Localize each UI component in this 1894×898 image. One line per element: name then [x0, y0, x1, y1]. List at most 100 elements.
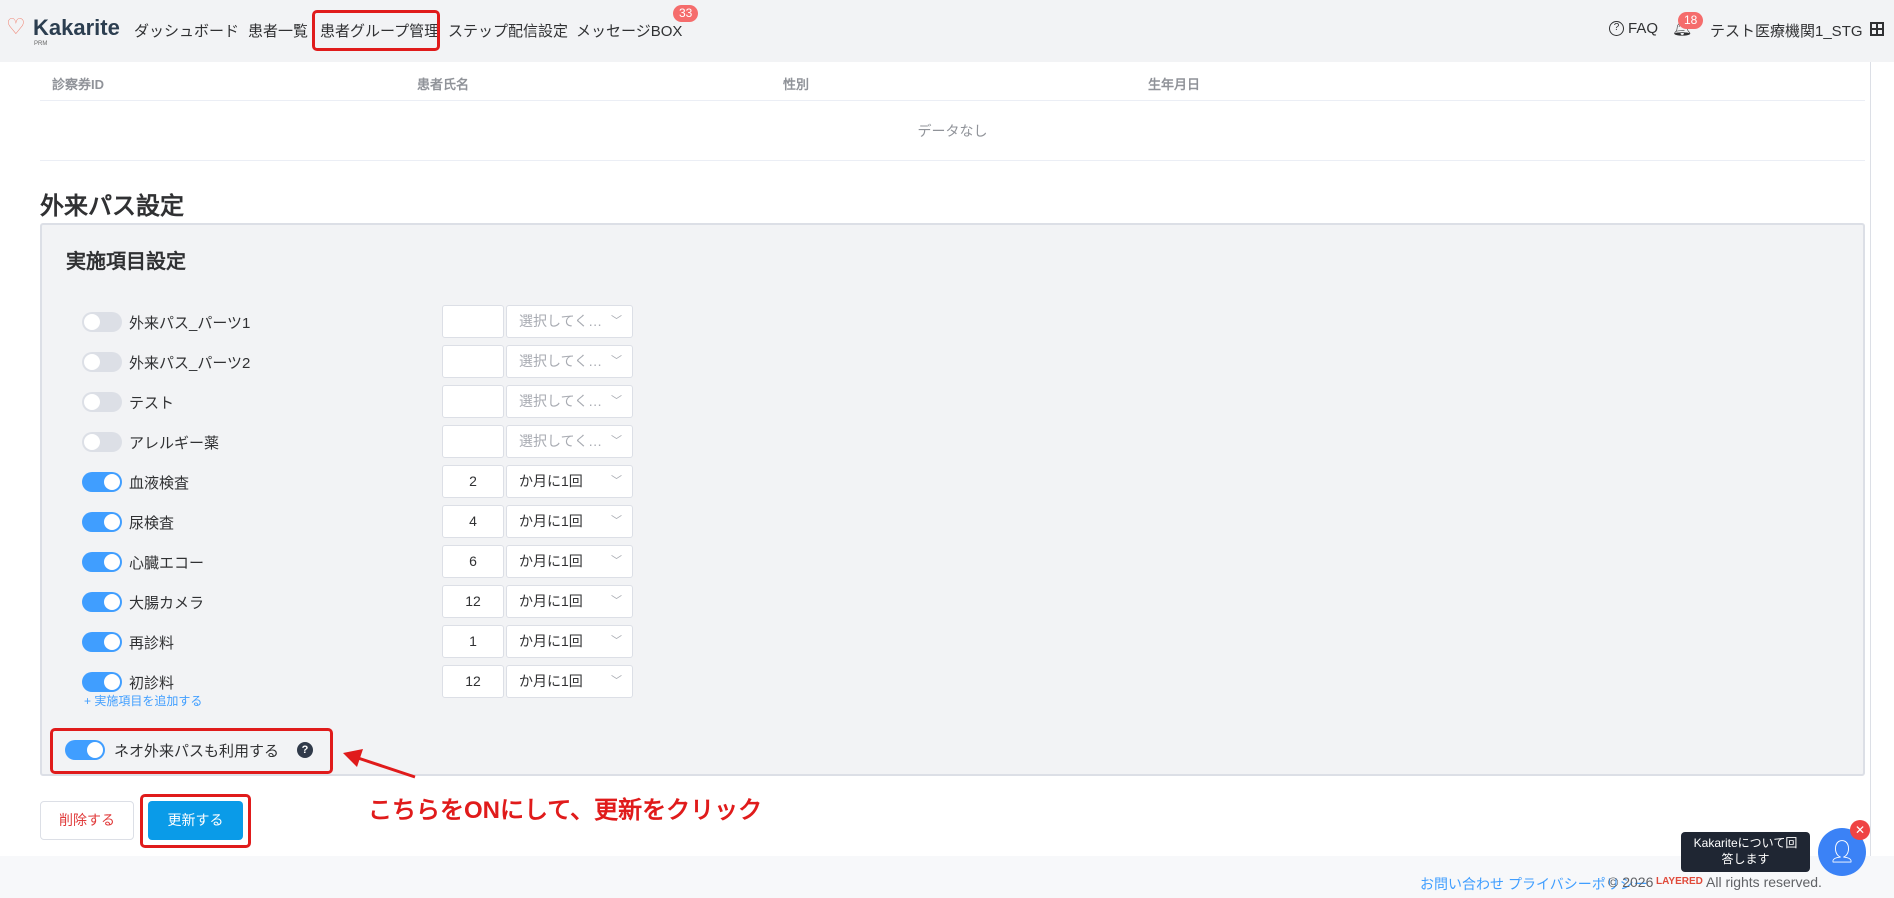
nav-step-delivery[interactable]: ステップ配信設定: [448, 20, 568, 41]
unit-select[interactable]: か月に1回 ﹀: [506, 665, 633, 698]
highlight-box: [312, 10, 440, 51]
item-label: 血液検査: [129, 475, 190, 492]
unit-select[interactable]: か月に1回 ﹀: [506, 465, 633, 498]
unit-select[interactable]: 選択してく… ﹀: [506, 345, 633, 378]
item-row: 大腸カメラ 12 か月に1回 ﹀: [82, 582, 642, 622]
item-label: 大腸カメラ: [129, 595, 205, 612]
unit-select[interactable]: 選択してく… ﹀: [506, 425, 633, 458]
section-title: 外来パス設定: [40, 193, 184, 220]
unit-value: か月に1回: [519, 553, 583, 569]
chevron-down-icon: ﹀: [611, 515, 622, 527]
interval-input[interactable]: 1: [442, 625, 504, 658]
item-label: テスト: [129, 395, 175, 412]
close-icon[interactable]: ✕: [1850, 820, 1870, 840]
nav-patients[interactable]: 患者一覧: [248, 20, 308, 41]
unit-select[interactable]: 選択してく… ﹀: [506, 305, 633, 338]
chevron-down-icon: ﹀: [611, 315, 622, 327]
unit-value: か月に1回: [519, 673, 583, 689]
nav-dashboard[interactable]: ダッシュボード: [134, 20, 239, 41]
empty-text: データなし: [917, 123, 988, 139]
divider: [40, 100, 1865, 101]
unit-value: か月に1回: [519, 473, 583, 489]
item-row: アレルギー薬 選択してく… ﹀: [82, 422, 642, 462]
chevron-down-icon: ﹀: [611, 675, 622, 687]
message-badge: 33: [673, 5, 699, 22]
heart-logo-icon: ♡: [6, 14, 26, 39]
chevron-down-icon: ﹀: [611, 355, 622, 367]
notification-badge: 18: [1678, 12, 1704, 29]
item-toggle[interactable]: [82, 392, 122, 412]
scrollbar[interactable]: [1870, 62, 1871, 856]
interval-input[interactable]: 12: [442, 665, 504, 698]
interval-input[interactable]: 2: [442, 465, 504, 498]
org-name[interactable]: テスト医療機関1_STG: [1710, 20, 1863, 41]
unit-select[interactable]: か月に1回 ﹀: [506, 545, 633, 578]
unit-value: 選択してく…: [519, 313, 603, 329]
chevron-down-icon: ﹀: [611, 635, 622, 647]
top-nav: ♡ Kakarite PRM ダッシュボード 患者一覧 患者グループ管理 ステッ…: [0, 0, 1894, 62]
item-label: アレルギー薬: [129, 435, 220, 452]
item-label: 外来パス_パーツ1: [129, 315, 251, 332]
interval-input[interactable]: [442, 385, 504, 418]
unit-select[interactable]: か月に1回 ﹀: [506, 585, 633, 618]
col-patient-id: 診察券ID: [52, 77, 105, 92]
chevron-down-icon: ﹀: [611, 475, 622, 487]
arrow-annotation-icon: [343, 749, 416, 779]
item-label: 外来パス_パーツ2: [129, 355, 251, 372]
layered-logo: LAYERED: [1656, 876, 1703, 887]
faq-link[interactable]: FAQ: [1628, 20, 1658, 37]
highlight-box: [140, 794, 251, 848]
copyright: © 2026: [1608, 874, 1654, 890]
col-sex: 性別: [783, 77, 810, 92]
rights: All rights reserved.: [1706, 874, 1822, 890]
item-label: 再診料: [129, 635, 175, 652]
item-toggle[interactable]: [82, 312, 122, 332]
item-label: 尿検査: [129, 515, 175, 532]
box-title: 実施項目設定: [66, 251, 186, 273]
item-label: 心臓エコー: [129, 555, 205, 572]
item-row: 尿検査 4 か月に1回 ﹀: [82, 502, 642, 542]
interval-input[interactable]: [442, 425, 504, 458]
logo-sub: PRM: [34, 41, 48, 47]
unit-select[interactable]: か月に1回 ﹀: [506, 625, 633, 658]
unit-value: 選択してく…: [519, 353, 603, 369]
item-toggle[interactable]: [82, 352, 122, 372]
interval-input[interactable]: 12: [442, 585, 504, 618]
unit-select[interactable]: か月に1回 ﹀: [506, 505, 633, 538]
grid-menu-icon[interactable]: [1870, 22, 1884, 36]
unit-value: 選択してく…: [519, 433, 603, 449]
item-toggle[interactable]: [82, 632, 122, 652]
unit-value: か月に1回: [519, 633, 583, 649]
unit-select[interactable]: 選択してく… ﹀: [506, 385, 633, 418]
item-row: 外来パス_パーツ2 選択してく… ﹀: [82, 342, 642, 382]
interval-input[interactable]: 6: [442, 545, 504, 578]
chevron-down-icon: ﹀: [611, 435, 622, 447]
interval-input[interactable]: [442, 345, 504, 378]
help-icon: ?: [1609, 21, 1624, 36]
item-row: 心臓エコー 6 か月に1回 ﹀: [82, 542, 642, 582]
item-row: 外来パス_パーツ1 選択してく… ﹀: [82, 302, 642, 342]
item-toggle[interactable]: [82, 472, 122, 492]
contact-link[interactable]: お問い合わせ: [1420, 874, 1504, 894]
annotation-text: こちらをONにして、更新をクリック: [368, 797, 763, 824]
chat-bubble[interactable]: Kakariteについて回答します: [1681, 832, 1810, 872]
unit-value: 選択してく…: [519, 393, 603, 409]
item-label: 初診料: [129, 675, 175, 692]
highlight-box: [50, 728, 333, 774]
nav-message-box[interactable]: メッセージBOX: [576, 20, 682, 41]
interval-input[interactable]: 4: [442, 505, 504, 538]
item-toggle[interactable]: [82, 592, 122, 612]
unit-value: か月に1回: [519, 593, 583, 609]
divider: [40, 160, 1865, 161]
item-toggle[interactable]: [82, 552, 122, 572]
item-toggle[interactable]: [82, 512, 122, 532]
logo-text[interactable]: Kakarite: [33, 15, 120, 41]
item-row: 血液検査 2 か月に1回 ﹀: [82, 462, 642, 502]
interval-input[interactable]: [442, 305, 504, 338]
delete-button[interactable]: 削除する: [40, 801, 134, 840]
add-item-link[interactable]: + 実施項目を追加する: [84, 692, 202, 709]
col-patient-name: 患者氏名: [417, 77, 470, 92]
item-toggle[interactable]: [82, 672, 122, 692]
item-toggle[interactable]: [82, 432, 122, 452]
unit-value: か月に1回: [519, 513, 583, 529]
